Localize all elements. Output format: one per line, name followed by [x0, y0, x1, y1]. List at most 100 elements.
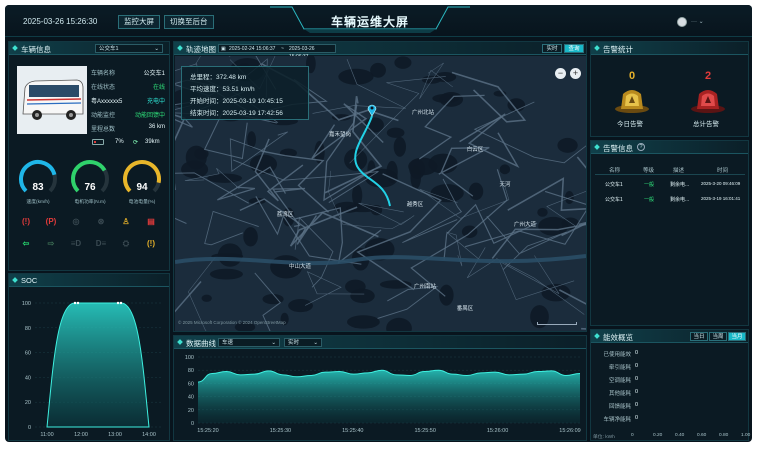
map-block	[386, 317, 412, 331]
map-place-label: 天河	[499, 180, 511, 188]
total-alarm-icon	[691, 90, 725, 113]
chevron-down-icon: ⌄	[313, 340, 318, 346]
map-block	[394, 56, 412, 69]
date-range-picker[interactable]: ▣ 2025-02-24 15:06:37 ~ 2025-03-26 15:06…	[218, 44, 336, 60]
alarm-info-header: 告警信息 ?	[591, 141, 748, 154]
map-block	[201, 294, 212, 302]
vehicle-name-value: 公交车1	[143, 71, 165, 77]
energy-row-label: 其他能耗	[608, 391, 631, 397]
alarm-stats-title: 告警统计	[603, 45, 633, 54]
engine-icon: ⛭	[122, 239, 130, 248]
energy-row-label: 车辆净能耗	[603, 417, 631, 423]
map-place-label: 广州北站	[412, 108, 435, 116]
monitor-screen-button[interactable]: 监控大屏	[118, 15, 160, 29]
table-row[interactable]: 公交车1 一般 剩余电... 2025-3-19 16:01:41	[595, 194, 745, 206]
diamond-icon	[177, 339, 183, 345]
brake-warning-icon: (!)	[22, 217, 30, 226]
trip-info-box: 总里程：372.48 km 平均速度：53.51 km/h 开始时间：2025-…	[181, 66, 309, 120]
steering-warning-icon: ◎	[72, 217, 80, 226]
alarm-row-name: 公交车1	[605, 182, 623, 188]
vehicle-info-panel: 车辆信息 公交车1 ⌄ 车辆名称 公交车1 在线状态 在线 粤Axxxxxx5 充…	[8, 41, 170, 271]
help-icon[interactable]: ?	[637, 143, 645, 151]
tab-month[interactable]: 当月	[728, 332, 746, 341]
soc-area	[46, 302, 150, 428]
y-tick-label: 60	[25, 351, 31, 357]
map-road	[217, 166, 286, 201]
energy-row-label: 空调能耗	[608, 378, 631, 384]
y-tick-label: 20	[25, 400, 31, 406]
high-beam-icon: D≡	[95, 239, 107, 248]
alarm-col-name: 名称	[609, 168, 621, 174]
map-road	[451, 71, 527, 123]
map-scale-bar	[537, 322, 577, 325]
vehicle-name-label: 车辆名称	[91, 71, 116, 77]
gauge-label: 电池电量(%)	[128, 200, 156, 205]
switch-backend-button[interactable]: 切换至后台	[164, 15, 214, 29]
soc-header: SOC	[9, 274, 169, 287]
query-button[interactable]: 查询	[564, 44, 584, 53]
soc-chart: 100 80 60 40 20 0 11:00 12:00 13:00 14:00	[22, 301, 161, 438]
map-road	[377, 286, 439, 319]
y-tick-label: 100	[185, 355, 194, 361]
metric-select-value: 车速	[222, 340, 234, 346]
y-tick-label: 80	[25, 326, 31, 332]
gauge-value: 83	[32, 182, 44, 193]
mode-select-value: 实时	[288, 340, 300, 346]
map-block	[288, 299, 313, 313]
door-open-icon: ▤	[147, 217, 155, 226]
map-place-label: 中山大道	[289, 262, 312, 270]
y-tick-label: 80	[188, 368, 194, 374]
x-tick-label: 12:00	[74, 432, 88, 438]
soc-point	[76, 301, 80, 305]
gauge-value: 76	[84, 182, 96, 193]
tab-week[interactable]: 当周	[709, 332, 727, 341]
x-tick-label: 14:00	[142, 432, 156, 438]
warning-icon-grid: (!) (P) ◎ ⊛ ♙ ▤ ⇦ ⇨ ≡D D≡ ⛭ (!)	[17, 214, 167, 264]
kinetic-monitor-label: 动能监控	[91, 113, 116, 119]
today-alarm-label: 今日告警	[617, 121, 643, 128]
table-row[interactable]: 公交车1 一般 剩余电... 2025-3-20 09:46:09	[595, 179, 745, 191]
vehicle-select[interactable]: 公交车1 ⌄	[95, 44, 163, 53]
vehicle-info-header: 车辆信息 公交车1 ⌄	[9, 42, 169, 55]
kinetic-monitor-value: 动能回馈中	[134, 113, 165, 119]
diamond-icon	[177, 45, 183, 51]
map-road	[294, 216, 334, 288]
avatar[interactable]	[677, 17, 687, 27]
soc-panel: SOC 100 80 60 40 20 0 11:00 12:00 13:00 14:00	[8, 273, 170, 441]
map-block	[217, 243, 243, 267]
live-button[interactable]: 实时	[542, 44, 562, 53]
metric-select[interactable]: 车速 ⌄	[218, 338, 280, 347]
data-curve-panel: 数据曲线 车速 ⌄ 实时 ⌄ 100 80 60 40 20 0 15:25:20 15:25:3…	[173, 335, 587, 441]
header-datetime: 2025-03-26 15:26:30	[23, 17, 98, 26]
map-copyright: © 2025 Microsoft Corporation © 2024 Open…	[178, 320, 286, 325]
alarm-row-desc: 剩余电...	[670, 197, 690, 203]
data-curve-header: 数据曲线 车速 ⌄ 实时 ⌄	[174, 336, 586, 349]
x-tick-label: 0.80	[719, 433, 729, 438]
gauge: 94 电池电量(%)	[117, 158, 167, 208]
map-block	[347, 315, 380, 329]
trip-total-mileage: 总里程：372.48 km	[190, 74, 247, 81]
x-tick-label: 15:25:20	[197, 428, 218, 434]
map-block	[209, 268, 243, 280]
zoom-in-icon[interactable]: +	[570, 68, 581, 79]
map-block	[428, 153, 458, 174]
user-menu[interactable]: ··· ⌄	[691, 18, 704, 25]
data-curve-title: 数据曲线	[186, 339, 216, 348]
map-block	[393, 136, 406, 157]
range-value: 39km	[145, 139, 160, 145]
tab-day[interactable]: 当日	[690, 332, 708, 341]
speed-area	[198, 370, 580, 423]
charging-status-badge: 充电中	[146, 99, 165, 105]
alarm-info-panel: 告警信息 ? 名称 等级 描述 时间 公交车1 一般 剩余电... 2025-3…	[590, 140, 749, 326]
mode-select[interactable]: 实时 ⌄	[284, 338, 322, 347]
vehicle-info-title: 车辆信息	[21, 45, 51, 54]
vehicle-select-value: 公交车1	[99, 46, 119, 52]
map-canvas[interactable]: 嘉禾望岗 广州北站 白云区 天河 越秀区 荔湾区 广州南站 番禺区 中山大道 广州大道 总里程：3…	[175, 56, 586, 331]
today-alarm-count: 0	[628, 70, 636, 82]
energy-row-label: 回馈能耗	[608, 404, 631, 410]
location-pin-icon[interactable]	[367, 103, 377, 117]
alarm-row-desc: 剩余电...	[670, 182, 690, 188]
track-map-header: 轨迹地图 ▣ 2025-02-24 15:06:37 ~ 2025-03-26 …	[174, 42, 586, 60]
alarm-col-level: 等级	[643, 168, 655, 174]
zoom-out-icon[interactable]: −	[555, 68, 566, 79]
